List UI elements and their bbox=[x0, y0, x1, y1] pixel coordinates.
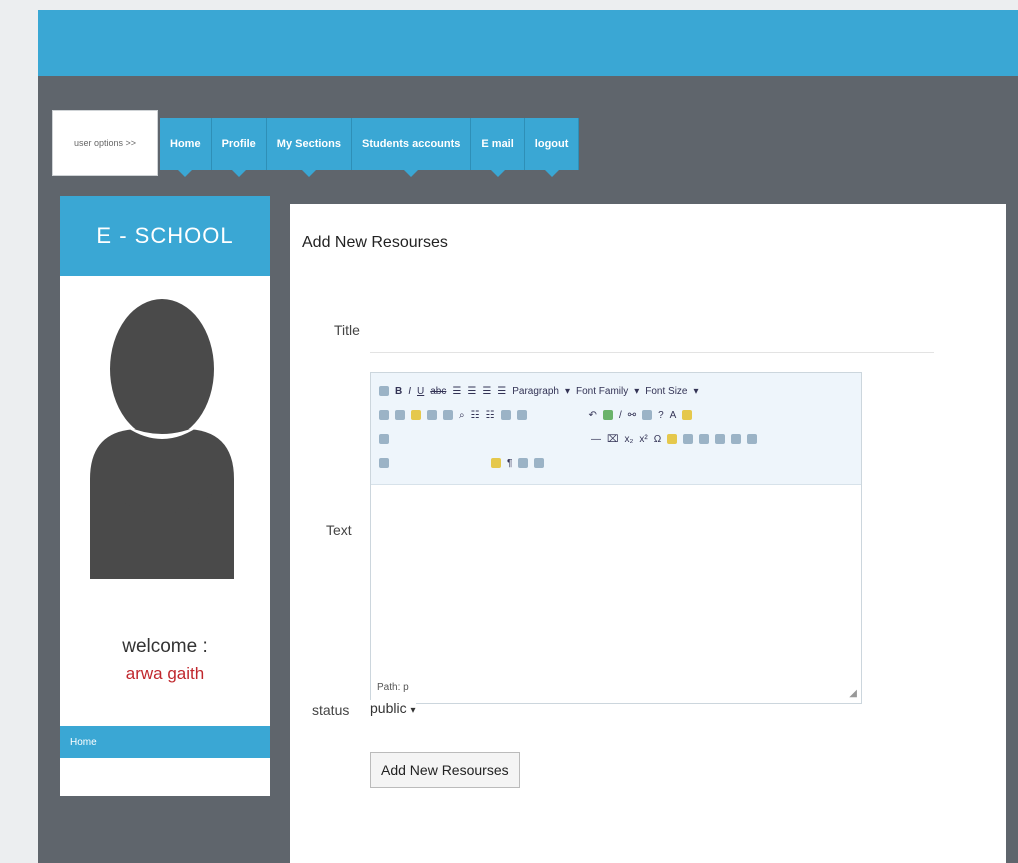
nav-students-accounts[interactable]: Students accounts bbox=[351, 118, 472, 177]
nav-email[interactable]: E mail bbox=[471, 118, 525, 177]
fullscreen-icon[interactable] bbox=[747, 434, 758, 444]
username-text: arwa gaith bbox=[125, 664, 205, 683]
image-icon[interactable] bbox=[642, 410, 653, 420]
paste-icon[interactable] bbox=[411, 410, 421, 420]
save-icon[interactable] bbox=[379, 386, 389, 396]
paste-text-icon[interactable] bbox=[427, 410, 437, 420]
sidebar: E - SCHOOL welcome : arwa gaith Home bbox=[60, 196, 270, 796]
dropdown-icon: ▾ bbox=[564, 385, 570, 397]
bullet-list-icon[interactable]: ☷ bbox=[471, 410, 480, 421]
help-icon[interactable]: ? bbox=[658, 410, 664, 421]
add-resource-button[interactable]: Add New Resourses bbox=[370, 752, 520, 788]
numbered-list-icon[interactable]: ☷ bbox=[486, 410, 495, 421]
editor-toolbar: B I U abc ☰ ☰ ☰ ☰ Paragraph ▾ Font Famil… bbox=[371, 373, 861, 485]
superscript-icon[interactable]: x² bbox=[639, 434, 647, 445]
title-label: Title bbox=[334, 322, 360, 338]
align-right-icon[interactable]: ☰ bbox=[482, 386, 491, 397]
table-icon[interactable] bbox=[379, 434, 389, 444]
status-select[interactable]: public ▾ bbox=[370, 700, 416, 716]
cut-icon[interactable] bbox=[379, 410, 389, 420]
editor-content-area[interactable] bbox=[371, 485, 861, 655]
bold-icon[interactable]: B bbox=[395, 386, 402, 397]
text-color-icon[interactable]: A bbox=[670, 410, 677, 421]
title-input[interactable] bbox=[370, 312, 934, 353]
nav-profile[interactable]: Profile bbox=[211, 118, 267, 177]
hr-icon[interactable]: — bbox=[591, 434, 601, 445]
undo-icon[interactable]: ↶ bbox=[589, 410, 597, 421]
nav-home[interactable]: Home bbox=[160, 118, 212, 177]
toolbar-row-4: ¶ bbox=[379, 451, 855, 475]
toolbar-row-3: — ⌧ x₂ x² Ω bbox=[379, 427, 855, 451]
print-icon[interactable] bbox=[699, 434, 710, 444]
template-icon[interactable] bbox=[518, 458, 529, 468]
dropdown-icon: ▾ bbox=[634, 385, 640, 397]
screen: user options >> Home Profile My Sections… bbox=[0, 0, 1018, 863]
dropdown-icon: ▾ bbox=[693, 385, 699, 397]
toolbar-row-2: ⌕ ☷ ☷ ↶ / ⚯ ? A bbox=[379, 403, 855, 427]
copy-icon[interactable] bbox=[395, 410, 405, 420]
align-justify-icon[interactable]: ☰ bbox=[497, 386, 506, 397]
resize-handle-icon[interactable]: ◢ bbox=[849, 688, 857, 699]
remove-format-icon[interactable]: ⌧ bbox=[607, 434, 619, 445]
outdent-icon[interactable] bbox=[500, 410, 511, 420]
special-char-icon[interactable]: Ω bbox=[654, 434, 661, 445]
font-size-select[interactable]: Font Size bbox=[645, 386, 687, 397]
styles-icon[interactable] bbox=[379, 458, 389, 468]
main-nav: Home Profile My Sections Students accoun… bbox=[160, 118, 580, 178]
pagebreak-icon[interactable] bbox=[534, 458, 545, 468]
italic-icon[interactable]: I bbox=[408, 386, 411, 397]
pilcrow-icon[interactable]: ¶ bbox=[507, 458, 512, 469]
main-panel: Add New Resourses Title Text B I U abc ☰… bbox=[290, 204, 1006, 863]
rich-text-editor[interactable]: B I U abc ☰ ☰ ☰ ☰ Paragraph ▾ Font Famil… bbox=[370, 372, 862, 704]
unlink-icon[interactable]: ⚯ bbox=[628, 410, 636, 421]
welcome-label: welcome : bbox=[122, 636, 208, 657]
toolbar-row-1: B I U abc ☰ ☰ ☰ ☰ Paragraph ▾ Font Famil… bbox=[379, 379, 855, 403]
attribs-icon[interactable] bbox=[491, 458, 501, 468]
user-avatar-icon bbox=[90, 299, 234, 579]
align-center-icon[interactable]: ☰ bbox=[467, 386, 476, 397]
text-label: Text bbox=[326, 522, 352, 538]
top-bar bbox=[38, 10, 1018, 86]
user-options-button[interactable]: user options >> bbox=[52, 110, 158, 176]
link-icon[interactable]: / bbox=[619, 410, 622, 421]
chevron-down-icon: ▾ bbox=[410, 705, 416, 716]
status-label: status bbox=[312, 702, 350, 718]
subscript-icon[interactable]: x₂ bbox=[625, 434, 634, 445]
site-logo: E - SCHOOL bbox=[60, 196, 270, 276]
font-family-select[interactable]: Font Family bbox=[576, 386, 628, 397]
ltr-icon[interactable] bbox=[715, 434, 726, 444]
status-value: public bbox=[370, 700, 407, 716]
highlight-icon[interactable] bbox=[682, 410, 693, 420]
strikethrough-icon[interactable]: abc bbox=[430, 386, 446, 397]
paste-word-icon[interactable] bbox=[443, 410, 453, 420]
editor-path: Path: p bbox=[377, 682, 409, 693]
find-icon[interactable]: ⌕ bbox=[459, 410, 465, 421]
redo-icon[interactable] bbox=[602, 410, 613, 420]
sidebar-item-home[interactable]: Home bbox=[60, 726, 270, 758]
page-title: Add New Resourses bbox=[302, 234, 448, 251]
emoticon-icon[interactable] bbox=[667, 434, 678, 444]
indent-icon[interactable] bbox=[516, 410, 527, 420]
nav-logout[interactable]: logout bbox=[524, 118, 580, 177]
media-icon[interactable] bbox=[683, 434, 694, 444]
align-left-icon[interactable]: ☰ bbox=[452, 386, 461, 397]
paragraph-select[interactable]: Paragraph bbox=[512, 386, 559, 397]
underline-icon[interactable]: U bbox=[417, 386, 424, 397]
nav-my-sections[interactable]: My Sections bbox=[266, 118, 352, 177]
rtl-icon[interactable] bbox=[731, 434, 742, 444]
